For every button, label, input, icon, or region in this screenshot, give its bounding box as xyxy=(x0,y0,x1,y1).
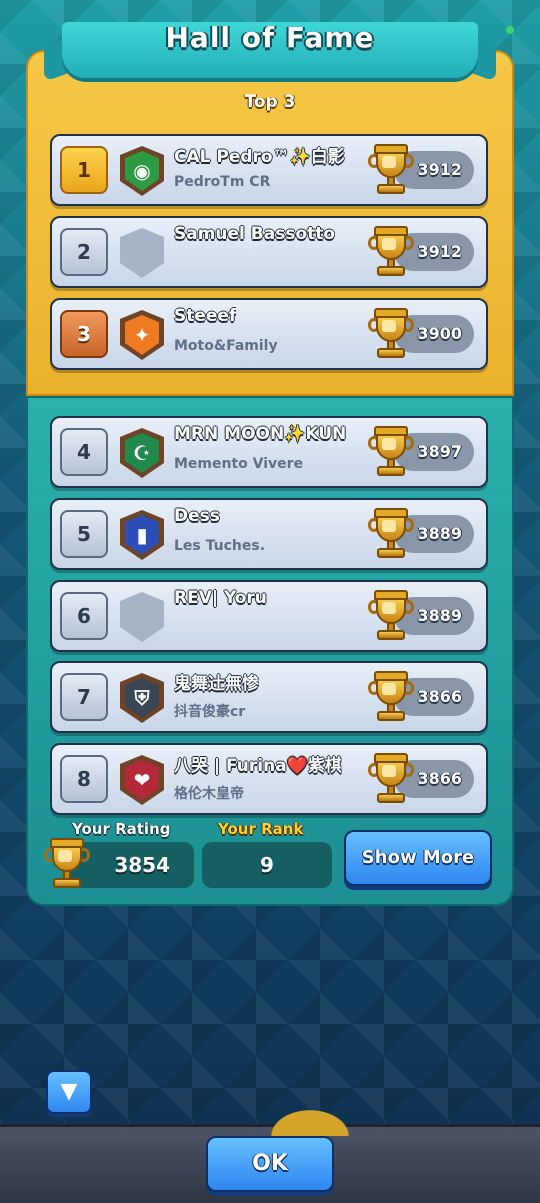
rank-number: 7 xyxy=(60,673,108,721)
trophy-icon xyxy=(368,751,414,807)
clan-name: Les Tuches. xyxy=(174,538,266,554)
leaderboard-row[interactable]: 2 Samuel Bassotto 3912 xyxy=(50,216,488,288)
trophy-icon xyxy=(368,588,414,644)
rank-number: 5 xyxy=(60,510,108,558)
leaderboard-row[interactable]: 6 REV| Yoru 3889 xyxy=(50,580,488,652)
player-name: Dess xyxy=(174,506,220,526)
player-name: MRN MOON✨KUN xyxy=(174,424,347,444)
player-name: 八哭 | Furina❤️紫棋 xyxy=(174,756,342,776)
crown-decoration-icon xyxy=(250,1096,370,1136)
your-rank-value: 9 xyxy=(202,842,332,888)
leaderboard-row[interactable]: 4 ☪ MRN MOON✨KUN Memento Vivere 3897 xyxy=(50,416,488,488)
rank-number: 8 xyxy=(60,755,108,803)
clan-name: PedroTm CR xyxy=(174,174,271,190)
player-name: 鬼舞辻無惨 xyxy=(174,674,259,694)
player-name: Samuel Bassotto xyxy=(174,224,336,244)
helmet-clan-badge-icon: ⛨ xyxy=(120,673,164,723)
crescent-flag-icon: ☪ xyxy=(120,428,164,478)
empty-clan-badge-icon xyxy=(120,592,164,642)
trophy-icon xyxy=(368,669,414,725)
player-name: REV| Yoru xyxy=(174,588,267,608)
trophy-icon xyxy=(368,142,414,198)
scroll-down-button[interactable]: ▼ xyxy=(46,1070,92,1114)
rank-number: 6 xyxy=(60,592,108,640)
your-rank-label: Your Rank xyxy=(218,820,304,838)
trophy-icon xyxy=(368,306,414,362)
clan-name: Moto&Family xyxy=(174,338,278,354)
france-flag-icon: ▮ xyxy=(120,510,164,560)
page-title: Hall of Fame xyxy=(165,22,375,54)
clan-name: 格伦木皇帝 xyxy=(174,786,244,802)
ok-button[interactable]: OK xyxy=(206,1136,334,1192)
clan-name: 抖音俊豪cr xyxy=(174,704,246,720)
star-clan-badge-icon: ✦ xyxy=(120,310,164,360)
rank-number: 2 xyxy=(60,228,108,276)
trophy-icon xyxy=(368,506,414,562)
trophy-icon xyxy=(44,836,90,892)
rank-number: 4 xyxy=(60,428,108,476)
chevron-down-icon: ▼ xyxy=(60,1079,78,1104)
player-name: Steeef xyxy=(174,306,237,326)
leaderboard-row[interactable]: 8 ❤ 八哭 | Furina❤️紫棋 格伦木皇帝 3866 xyxy=(50,743,488,815)
brazil-flag-icon: ◉ xyxy=(120,146,164,196)
leaderboard-row[interactable]: 7 ⛨ 鬼舞辻無惨 抖音俊豪cr 3866 xyxy=(50,661,488,733)
clan-name: Memento Vivere xyxy=(174,456,304,472)
title-banner: Hall of Fame xyxy=(62,22,478,78)
status-indicator-dot xyxy=(506,26,514,34)
heart-clan-badge-icon: ❤ xyxy=(120,755,164,805)
trophy-icon xyxy=(368,224,414,280)
leaderboard-row[interactable]: 1 ◉ CAL Pedro™✨白影 PedroTm CR 3912 xyxy=(50,134,488,206)
show-more-button[interactable]: Show More xyxy=(344,830,492,886)
empty-clan-badge-icon xyxy=(120,228,164,278)
top3-label: Top 3 xyxy=(244,92,296,112)
leaderboard-row[interactable]: 5 ▮ Dess Les Tuches. 3889 xyxy=(50,498,488,570)
player-name: CAL Pedro™✨白影 xyxy=(174,147,345,167)
rank-number: 1 xyxy=(60,146,108,194)
rank-number: 3 xyxy=(60,310,108,358)
leaderboard-row[interactable]: 3 ✦ Steeef Moto&Family 3900 xyxy=(50,298,488,370)
trophy-icon xyxy=(368,424,414,480)
